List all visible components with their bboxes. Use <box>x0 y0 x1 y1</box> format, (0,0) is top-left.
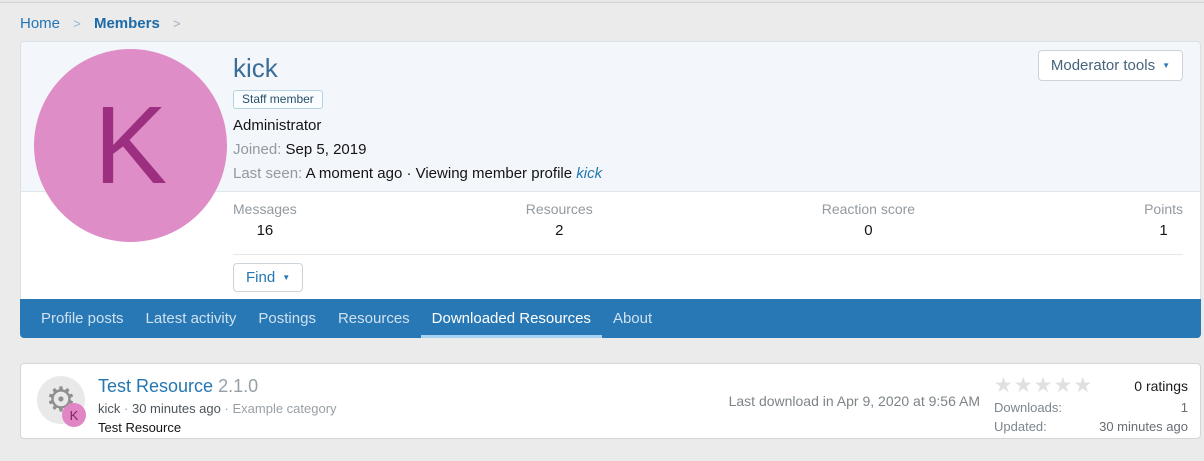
resource-main: Test Resource 2.1.0 kick · 30 minutes ag… <box>98 376 729 426</box>
moderator-tools-label: Moderator tools <box>1051 57 1155 74</box>
chevron-right-icon: > <box>73 16 81 31</box>
stat-label: Reaction score <box>822 201 915 217</box>
moderator-tools-button[interactable]: Moderator tools ▼ <box>1038 50 1183 81</box>
updated-label: Updated: <box>994 419 1047 434</box>
joined-label: Joined: <box>233 141 281 158</box>
resource-tagline: Test Resource <box>98 420 729 435</box>
staff-member-badge: Staff member <box>233 90 323 109</box>
last-seen-line: Last seen: A moment ago · Viewing member… <box>233 165 1183 182</box>
tab-postings[interactable]: Postings <box>247 299 327 338</box>
user-role: Administrator <box>233 117 1183 134</box>
chevron-down-icon: ▼ <box>282 274 290 282</box>
find-button[interactable]: Find ▼ <box>233 263 303 292</box>
resource-icon[interactable]: ⚙ K <box>37 376 85 424</box>
star-icon: ★ <box>1073 374 1093 397</box>
last-download-text: Last download in Apr 9, 2020 at 9:56 AM <box>729 393 980 409</box>
star-icon: ★ <box>1034 374 1054 397</box>
ratings-count: 0 ratings <box>1134 378 1188 394</box>
last-seen-profile-link[interactable]: kick <box>576 165 602 182</box>
find-label: Find <box>246 269 275 286</box>
breadcrumb: Home > Members > <box>0 3 1204 41</box>
tab-about[interactable]: About <box>602 299 663 338</box>
stat-value[interactable]: 1 <box>1144 222 1183 239</box>
chevron-right-icon: > <box>173 16 181 31</box>
breadcrumb-members-link[interactable]: Members <box>94 15 160 32</box>
resource-title-line: Test Resource 2.1.0 <box>98 376 729 396</box>
breadcrumb-home-link[interactable]: Home <box>20 15 60 32</box>
stat-points: Points 1 <box>1144 201 1183 254</box>
resource-version: 2.1.0 <box>218 376 258 396</box>
star-icon: ★ <box>1053 374 1073 397</box>
resource-title-link[interactable]: Test Resource <box>98 376 213 396</box>
tab-latest-activity[interactable]: Latest activity <box>135 299 248 338</box>
downloads-value: 1 <box>1181 400 1188 415</box>
last-seen-value: A moment ago · Viewing member profile <box>306 165 573 182</box>
stat-messages: Messages 16 <box>233 201 297 254</box>
resource-side-stats: ★★★★★ 0 ratings Downloads: 1 Updated: 30… <box>994 376 1188 426</box>
star-rating: ★★★★★ <box>994 376 1093 396</box>
avatar-letter: K <box>94 91 167 201</box>
tab-profile-posts[interactable]: Profile posts <box>30 299 135 338</box>
author-avatar[interactable]: K <box>62 403 86 427</box>
stat-value: 0 <box>822 222 915 239</box>
resource-time: 30 minutes ago <box>132 401 221 416</box>
tab-downloaded-resources[interactable]: Downloaded Resources <box>421 299 602 338</box>
avatar-letter: K <box>70 408 79 423</box>
rating-row: ★★★★★ 0 ratings <box>994 376 1188 396</box>
avatar[interactable]: K <box>34 49 227 242</box>
downloads-row: Downloads: 1 <box>994 400 1188 415</box>
star-icon: ★ <box>1014 374 1034 397</box>
resource-meta: kick · 30 minutes ago · Example category <box>98 401 729 416</box>
updated-row: Updated: 30 minutes ago <box>994 419 1188 434</box>
joined-value: Sep 5, 2019 <box>286 141 367 158</box>
stat-label: Points <box>1144 201 1183 217</box>
stat-value[interactable]: 2 <box>526 222 593 239</box>
stat-label: Resources <box>526 201 593 217</box>
chevron-down-icon: ▼ <box>1162 62 1170 70</box>
tab-resources[interactable]: Resources <box>327 299 421 338</box>
resource-author-link[interactable]: kick <box>98 401 120 416</box>
updated-value: 30 minutes ago <box>1099 419 1188 434</box>
downloads-label: Downloads: <box>994 400 1062 415</box>
stat-resources: Resources 2 <box>526 201 593 254</box>
last-seen-label: Last seen: <box>233 165 302 182</box>
profile-tab-bar: Profile posts Latest activity Postings R… <box>20 299 1201 338</box>
resource-category-link[interactable]: Example category <box>232 401 336 416</box>
resource-list-item: ⚙ K Test Resource 2.1.0 kick · 30 minute… <box>20 363 1201 439</box>
profile-actions: Find ▼ <box>21 254 1200 299</box>
stat-reaction-score: Reaction score 0 <box>822 201 915 254</box>
stat-label: Messages <box>233 201 297 217</box>
dot-separator: · <box>225 401 229 416</box>
dot-separator: · <box>124 401 128 416</box>
member-profile-card: K kick Staff member Administrator Joined… <box>20 41 1201 338</box>
joined-line: Joined: Sep 5, 2019 <box>233 141 1183 158</box>
star-icon: ★ <box>994 374 1014 397</box>
stat-value[interactable]: 16 <box>233 222 297 239</box>
